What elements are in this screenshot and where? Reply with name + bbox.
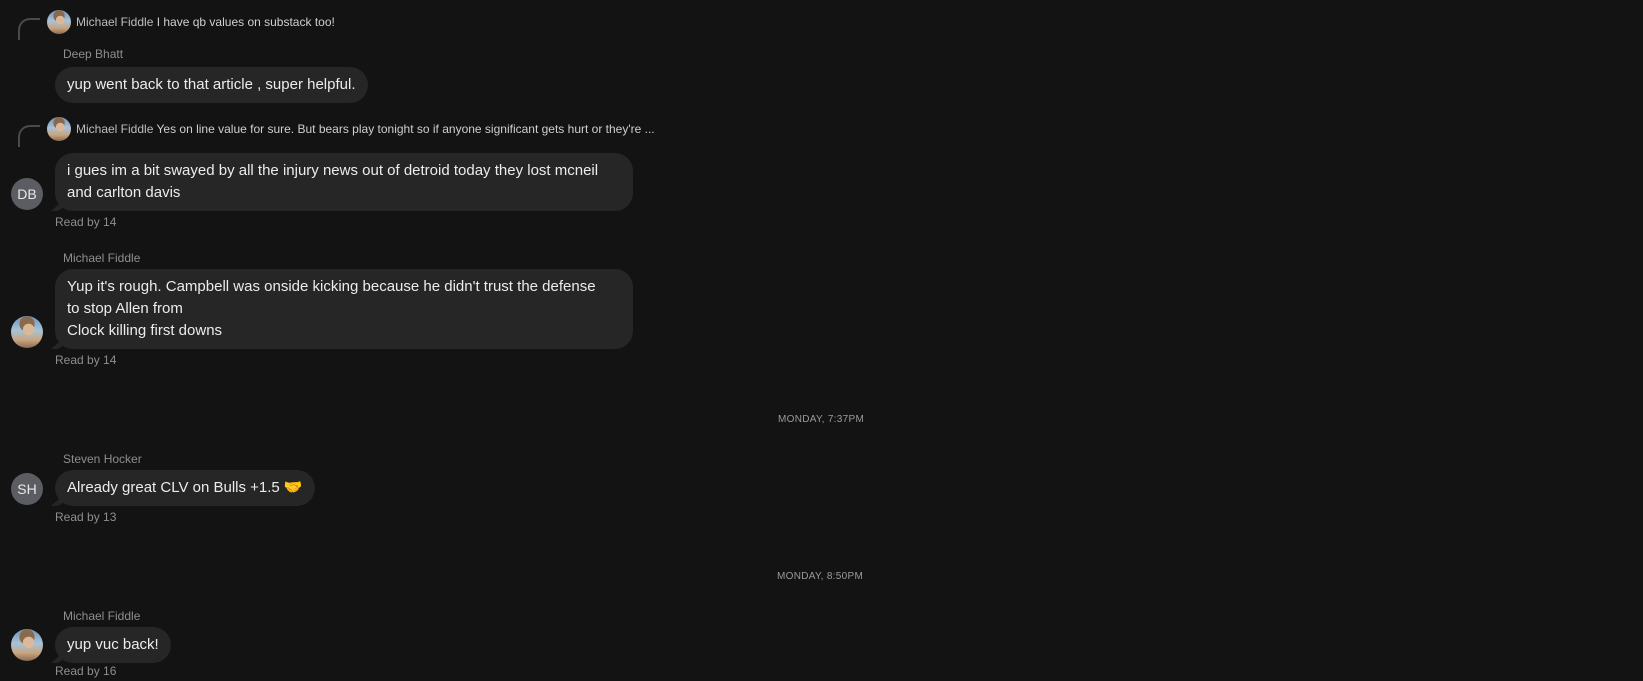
chat-thread: Michael Fiddle I have qb values on subst… (0, 0, 1643, 681)
reply-preview: Michael Fiddle I have qb values on subst… (76, 15, 335, 29)
read-receipt: Read by 14 (55, 215, 117, 229)
sender-name: Michael Fiddle (63, 251, 141, 265)
sender-name: Deep Bhatt (63, 47, 124, 61)
reply-preview: Michael Fiddle Yes on line value for sur… (76, 122, 655, 136)
reply-text: Yes on line value for sure. But bears pl… (156, 122, 655, 136)
read-receipt: Read by 16 (55, 664, 117, 678)
message-text: Already great CLV on Bulls +1.5 🤝 (67, 479, 303, 496)
reply-quote[interactable]: Michael Fiddle I have qb values on subst… (0, 10, 700, 40)
avatar[interactable] (11, 629, 43, 661)
avatar-initials: DB (17, 186, 37, 202)
read-receipt: Read by 14 (55, 353, 117, 367)
message-bubble[interactable]: yup went back to that article , super he… (55, 67, 368, 103)
message-text-line: i gues im a bit swayed by all the injury… (67, 162, 599, 179)
avatar (47, 117, 71, 141)
avatar-initials: SH (17, 481, 37, 497)
message-text-line: and carlton davis (67, 184, 181, 201)
message-text: yup went back to that article , super he… (67, 76, 356, 93)
message-text-line: Yup it's rough. Campbell was onside kick… (67, 278, 596, 295)
message-bubble[interactable]: i gues im a bit swayed by all the injury… (55, 153, 633, 211)
read-receipt: Read by 13 (55, 510, 117, 524)
avatar[interactable]: DB (11, 178, 43, 210)
message-text-line: Clock killing first downs (67, 322, 223, 339)
avatar[interactable] (11, 316, 43, 348)
timestamp-divider: MONDAY, 8:50PM (777, 571, 864, 582)
avatar[interactable]: SH (11, 473, 43, 505)
sender-name: Steven Hocker (63, 452, 142, 466)
sender-name: Michael Fiddle (63, 609, 141, 623)
timestamp-divider: MONDAY, 7:37PM (778, 414, 865, 425)
reply-sender-name: Michael Fiddle (76, 122, 154, 136)
reply-sender-name: Michael Fiddle (76, 15, 154, 29)
message-text-line: to stop Allen from (67, 300, 183, 317)
reply-quote[interactable]: Michael Fiddle Yes on line value for sur… (0, 117, 720, 147)
message-bubble[interactable]: yup vuc back! (55, 627, 171, 663)
message-text: yup vuc back! (67, 636, 159, 653)
avatar (47, 10, 71, 34)
reply-connector (18, 125, 40, 147)
message-bubble[interactable]: Already great CLV on Bulls +1.5 🤝 (55, 470, 315, 506)
reply-text: I have qb values on substack too! (156, 15, 335, 29)
message-bubble[interactable]: Yup it's rough. Campbell was onside kick… (55, 269, 633, 349)
reply-connector (18, 18, 40, 40)
